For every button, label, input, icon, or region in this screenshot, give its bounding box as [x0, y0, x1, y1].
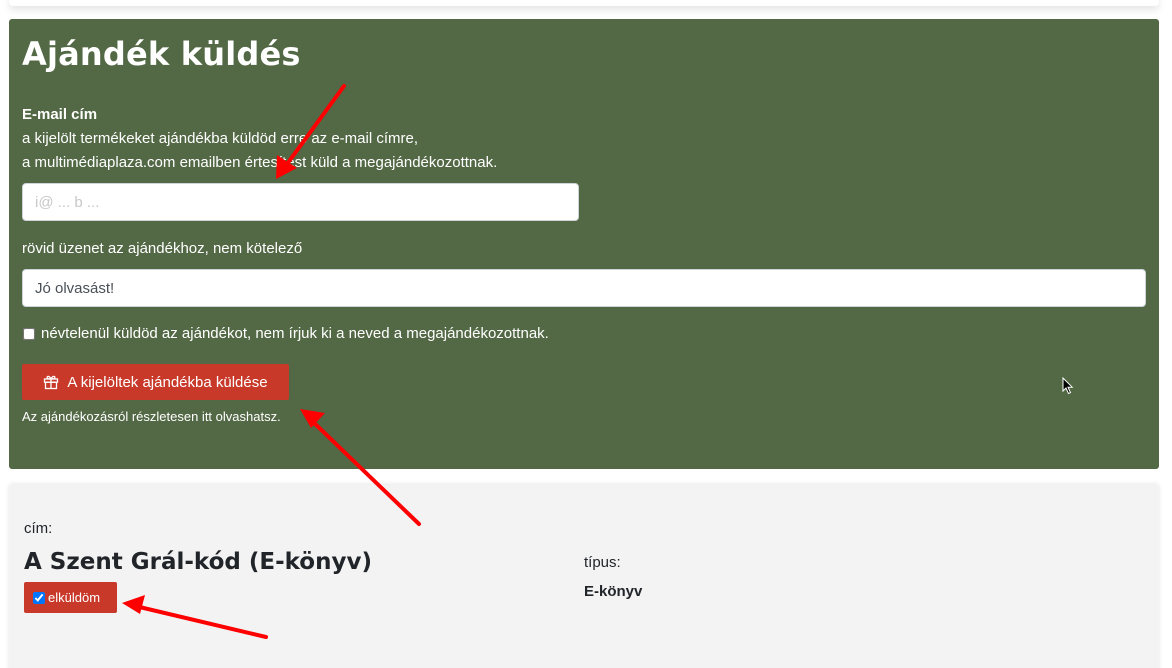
mouse-pointer-icon — [1062, 377, 1074, 395]
send-button-label: A kijelöltek ajándékba küldése — [67, 373, 268, 391]
send-selected-as-gift-button[interactable]: A kijelöltek ajándékba küldése — [22, 364, 289, 400]
gift-info-link[interactable]: Az ajándékozásról részletesen itt olvash… — [22, 409, 281, 424]
anonymous-checkbox[interactable] — [23, 327, 35, 340]
previous-card-edge — [9, 0, 1159, 6]
anonymous-option[interactable]: névtelenül küldöd az ajándékot, nem írju… — [22, 325, 549, 342]
anonymous-label: névtelenül küldöd az ajándékot, nem írju… — [41, 325, 549, 342]
message-label: rövid üzenet az ajándékhoz, nem kötelező — [22, 240, 303, 257]
product-card: cím: A Szent Grál-kód (E-könyv) elküldöm… — [9, 485, 1159, 668]
email-help-line-1: a kijelölt termékeket ajándékba küldöd e… — [22, 130, 419, 147]
recipient-email-input[interactable] — [22, 183, 579, 221]
product-title-label: cím: — [24, 520, 53, 537]
product-title: A Szent Grál-kód (E-könyv) — [24, 549, 372, 575]
send-product-toggle[interactable]: elküldöm — [24, 582, 117, 613]
email-help-line-2: a multimédiaplaza.com emailben értesítés… — [22, 154, 498, 171]
send-product-checkbox[interactable] — [33, 591, 45, 604]
gift-icon — [43, 374, 59, 390]
product-type-value: E-könyv — [584, 583, 643, 600]
email-label: E-mail cím — [22, 106, 98, 123]
send-product-label: elküldöm — [48, 590, 101, 605]
gift-message-input[interactable] — [22, 269, 1146, 307]
gift-panel-title: Ajándék küldés — [22, 35, 301, 73]
product-type-label: típus: — [584, 554, 621, 571]
gift-send-panel: Ajándék küldés E-mail cím a kijelölt ter… — [9, 19, 1159, 469]
